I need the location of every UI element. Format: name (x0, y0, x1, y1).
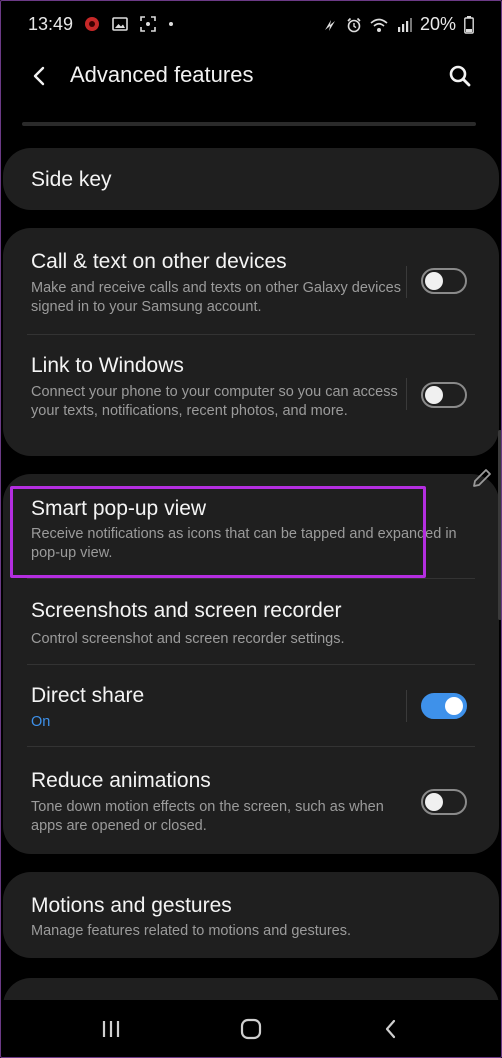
screenshots-title: Screenshots and screen recorder (31, 599, 342, 622)
motions-card[interactable]: Motions and gestures Manage features rel… (3, 872, 499, 958)
reduce-animations-title: Reduce animations (31, 769, 211, 792)
link-windows-title: Link to Windows (31, 354, 184, 377)
alarm-icon (347, 17, 361, 32)
home-icon[interactable] (236, 1014, 266, 1044)
link-windows-desc: Connect your phone to your computer so y… (31, 384, 398, 419)
search-icon[interactable] (446, 62, 474, 90)
chevron-left-icon[interactable] (26, 62, 54, 90)
link-windows-item[interactable]: Link to Windows Connect your phone to yo… (3, 334, 499, 456)
side-key-title: Side key (31, 168, 112, 191)
direct-share-toggle[interactable] (421, 693, 467, 719)
toggle-knob (425, 386, 443, 404)
reduce-animations-desc: Tone down motion effects on the screen, … (31, 799, 384, 834)
direct-share-status: On (31, 714, 51, 730)
vertical-divider (406, 266, 407, 298)
toggle-knob (425, 793, 443, 811)
call-text-desc: Make and receive calls and texts on othe… (31, 280, 401, 315)
toggle-knob (425, 272, 443, 290)
scroll-hint (22, 122, 476, 126)
notification-app-icon (85, 17, 99, 31)
page-title: Advanced features (70, 62, 254, 87)
vertical-divider (406, 378, 407, 410)
connectivity-card: Call & text on other devices Make and re… (3, 228, 499, 456)
direct-share-title: Direct share (31, 684, 145, 707)
pencil-icon[interactable] (470, 466, 494, 490)
gallery-icon (112, 17, 128, 31)
signal-icon (397, 17, 412, 32)
app-header: Advanced features (0, 48, 502, 104)
direct-share-item[interactable]: Direct share On (3, 664, 499, 746)
screenshots-item[interactable]: Screenshots and screen recorder Control … (3, 578, 499, 664)
navigation-bar (0, 1000, 502, 1058)
motions-title: Motions and gestures (31, 894, 232, 917)
reduce-animations-item[interactable]: Reduce animations Tone down motion effec… (3, 746, 499, 854)
toggle-knob (445, 697, 463, 715)
wifi-icon (370, 18, 388, 32)
motions-desc: Manage features related to motions and g… (31, 923, 351, 939)
dot-icon (169, 22, 173, 26)
back-icon[interactable] (376, 1014, 406, 1044)
battery-percent: 20% (419, 14, 456, 34)
edge-panel-handle[interactable] (498, 430, 502, 620)
battery-icon (464, 15, 474, 34)
call-text-item[interactable]: Call & text on other devices Make and re… (3, 228, 499, 334)
call-text-toggle[interactable] (421, 268, 467, 294)
status-bar: 13:49 20% (0, 0, 502, 48)
reduce-animations-toggle[interactable] (421, 789, 467, 815)
screenshot-icon (140, 16, 156, 32)
nfc-icon (324, 19, 335, 31)
call-text-title: Call & text on other devices (31, 250, 287, 273)
screenshots-desc: Control screenshot and screen recorder s… (31, 631, 345, 647)
status-left-icons (84, 16, 174, 32)
recents-icon[interactable] (96, 1014, 126, 1044)
highlight-box (10, 486, 426, 578)
vertical-divider (406, 690, 407, 722)
status-time: 13:49 (28, 14, 74, 34)
link-windows-toggle[interactable] (421, 382, 467, 408)
side-key-card[interactable]: Side key (3, 148, 499, 210)
status-right: 20% (322, 14, 474, 35)
